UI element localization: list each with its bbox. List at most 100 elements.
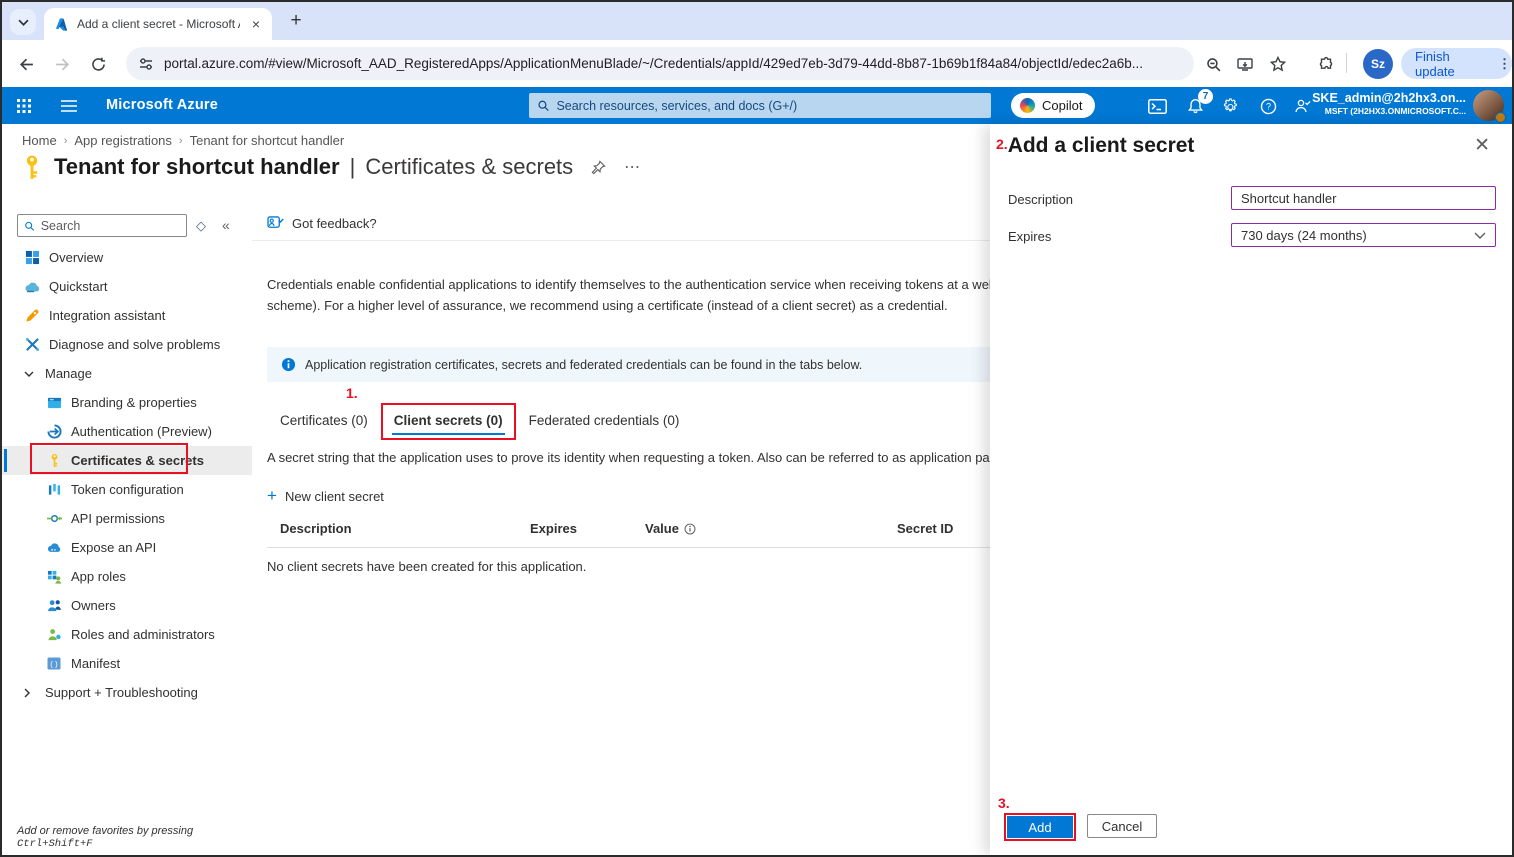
pin-icon[interactable] xyxy=(591,160,606,175)
dropdown-chevron-icon xyxy=(1474,232,1486,239)
tab-close-icon[interactable]: × xyxy=(248,15,264,33)
credentials-tabs: Certificates (0) Client secrets (0) Fede… xyxy=(267,403,692,440)
breadcrumb-separator: › xyxy=(179,135,183,147)
browser-tab[interactable]: Add a client secret - Microsoft A × xyxy=(44,8,272,40)
sidebar-group-label: Manage xyxy=(45,366,92,381)
app-roles-icon xyxy=(46,569,62,585)
tab-certificates[interactable]: Certificates (0) xyxy=(267,403,381,440)
azure-brand[interactable]: Microsoft Azure xyxy=(106,97,218,113)
new-tab-icon[interactable]: + xyxy=(284,10,308,34)
intro-line-1: Credentials enable confidential applicat… xyxy=(267,274,990,295)
add-button[interactable]: Add xyxy=(1007,816,1073,838)
sidebar-group-manage[interactable]: Manage xyxy=(2,359,252,388)
tab-federated-credentials[interactable]: Federated credentials (0) xyxy=(516,403,693,440)
key-icon xyxy=(46,453,62,469)
owners-icon xyxy=(46,598,62,614)
sidebar-item-overview[interactable]: Overview xyxy=(2,243,252,272)
value-info-icon[interactable] xyxy=(684,523,696,535)
azure-search-input[interactable] xyxy=(556,99,983,113)
breadcrumb-app-registrations[interactable]: App registrations xyxy=(74,133,172,148)
annotation-box-add-button: Add xyxy=(1004,813,1076,841)
account-tenant: MSFT (2H2HX3.ONMICROSOFT.C... xyxy=(1312,106,1466,117)
back-icon[interactable] xyxy=(14,52,38,76)
sidebar-item-integration-assistant[interactable]: Integration assistant xyxy=(2,301,252,330)
description-input[interactable]: Shortcut handler xyxy=(1231,186,1496,210)
account-avatar[interactable] xyxy=(1473,90,1504,121)
more-icon[interactable]: ⋯ xyxy=(624,157,640,177)
finish-update-label: Finish update xyxy=(1415,49,1490,79)
info-banner: Application registration certificates, s… xyxy=(267,347,990,382)
copilot-icon xyxy=(1020,98,1035,113)
browser-menu-icon[interactable]: ⋮ xyxy=(1498,62,1502,66)
sidebar-item-branding[interactable]: Branding & properties xyxy=(2,388,252,417)
sidebar-item-api-permissions[interactable]: API permissions xyxy=(2,504,252,533)
expires-value: 730 days (24 months) xyxy=(1241,228,1367,243)
new-client-secret-button[interactable]: + New client secret xyxy=(267,488,384,504)
sidebar-item-owners[interactable]: Owners xyxy=(2,591,252,620)
sidebar-item-token-configuration[interactable]: Token configuration xyxy=(2,475,252,504)
breadcrumb-home[interactable]: Home xyxy=(22,133,57,148)
sidebar-item-manifest[interactable]: () Manifest xyxy=(2,649,252,678)
quickstart-icon xyxy=(24,279,40,295)
chevron-down-icon xyxy=(24,371,36,377)
zoom-icon[interactable] xyxy=(1201,52,1225,76)
diagnose-icon xyxy=(24,337,40,353)
waffle-icon[interactable] xyxy=(12,94,36,118)
expires-dropdown[interactable]: 730 days (24 months) xyxy=(1231,223,1496,247)
breadcrumb-current[interactable]: Tenant for shortcut handler xyxy=(190,133,345,148)
sidebar-item-label: API permissions xyxy=(71,511,165,526)
account-info[interactable]: SKE_admin@2h2hx3.on... MSFT (2H2HX3.ONMI… xyxy=(1312,90,1466,117)
settings-gear-icon[interactable] xyxy=(1220,94,1244,118)
site-settings-icon[interactable] xyxy=(138,56,154,72)
sidebar-item-authentication[interactable]: Authentication (Preview) xyxy=(2,417,252,446)
azure-top-nav: Microsoft Azure Copilot 7 ? SKE_admin@2h… xyxy=(2,87,1512,124)
extensions-icon[interactable] xyxy=(1314,52,1338,76)
sidebar-search-box[interactable] xyxy=(17,214,187,237)
azure-favicon xyxy=(54,17,69,32)
url-bar[interactable]: portal.azure.com/#view/Microsoft_AAD_Reg… xyxy=(126,47,1194,80)
got-feedback-button[interactable]: Got feedback? xyxy=(252,207,990,241)
got-feedback-label: Got feedback? xyxy=(292,216,377,231)
copilot-button[interactable]: Copilot xyxy=(1011,93,1095,118)
hamburger-icon[interactable] xyxy=(57,94,81,118)
browser-profile-avatar[interactable]: Sz xyxy=(1363,49,1393,79)
tab-client-secrets[interactable]: Client secrets (0) xyxy=(381,403,516,440)
column-description: Description xyxy=(280,521,352,536)
finish-update-button[interactable]: Finish update ⋮ xyxy=(1401,48,1512,79)
page-title-separator: | xyxy=(350,154,356,180)
column-value: Value xyxy=(645,521,696,536)
page-title-section: Certificates & secrets xyxy=(365,154,573,180)
sidebar-item-quickstart[interactable]: Quickstart xyxy=(2,272,252,301)
tab-list-chevron-icon[interactable] xyxy=(10,9,36,35)
sidebar-item-roles-administrators[interactable]: Roles and administrators xyxy=(2,620,252,649)
bookmark-star-icon[interactable] xyxy=(1266,52,1290,76)
forward-icon[interactable] xyxy=(50,52,74,76)
refresh-icon[interactable] xyxy=(86,52,110,76)
branding-icon xyxy=(46,395,62,411)
sidebar-item-expose-api[interactable]: Expose an API xyxy=(2,533,252,562)
new-client-secret-label: New client secret xyxy=(285,489,384,504)
azure-search-box[interactable] xyxy=(529,93,991,118)
sidebar-search-input[interactable] xyxy=(41,219,180,233)
close-icon[interactable]: ✕ xyxy=(1474,136,1490,155)
sidebar-search-option-icon[interactable]: ◇ xyxy=(196,218,206,234)
sidebar-item-certificates-secrets[interactable]: Certificates & secrets xyxy=(2,446,252,475)
send-to-devices-icon[interactable] xyxy=(1233,52,1257,76)
cloud-shell-icon[interactable] xyxy=(1145,94,1169,118)
sidebar-item-diagnose[interactable]: Diagnose and solve problems xyxy=(2,330,252,359)
browser-window: Add a client secret - Microsoft A × + po… xyxy=(0,0,1514,857)
help-icon[interactable]: ? xyxy=(1256,94,1280,118)
secrets-table-header: Description Expires Value Secret ID xyxy=(252,521,990,543)
info-icon xyxy=(281,357,296,372)
sidebar-group-label: Support + Troubleshooting xyxy=(45,685,198,700)
chevron-right-icon xyxy=(24,688,36,698)
sidebar-collapse-icon[interactable]: « xyxy=(222,217,230,233)
key-icon xyxy=(20,154,44,180)
sidebar-item-app-roles[interactable]: App roles xyxy=(2,562,252,591)
cancel-button[interactable]: Cancel xyxy=(1087,814,1157,838)
sidebar-group-support[interactable]: Support + Troubleshooting xyxy=(2,678,252,707)
column-expires: Expires xyxy=(530,521,577,536)
intro-paragraph: Credentials enable confidential applicat… xyxy=(267,274,990,316)
copilot-label: Copilot xyxy=(1042,98,1082,113)
notifications-icon[interactable]: 7 xyxy=(1183,94,1207,118)
